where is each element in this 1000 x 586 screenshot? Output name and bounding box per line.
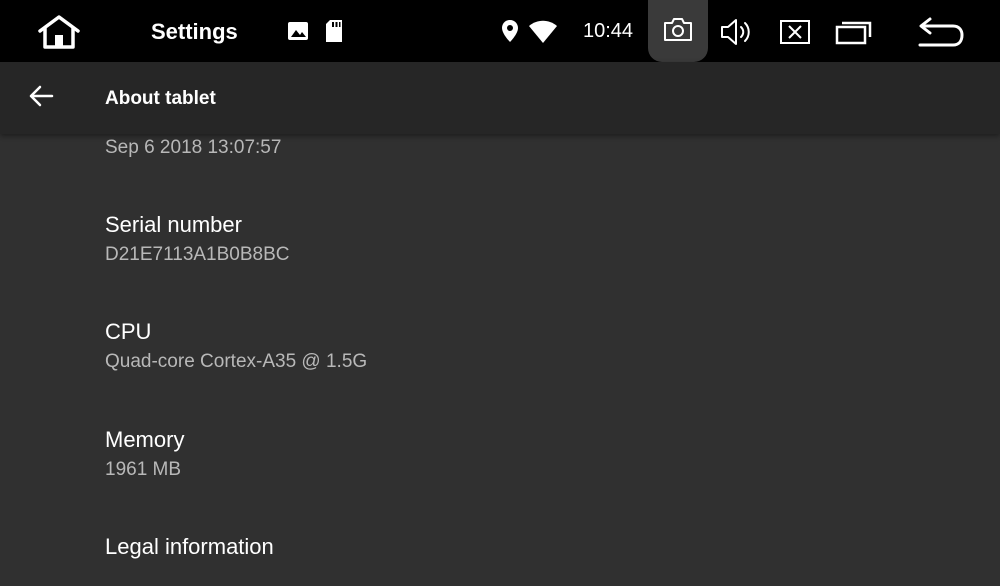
list-item-legal-information[interactable]: Legal information [0, 518, 1000, 586]
action-bar: About tablet [0, 62, 1000, 134]
close-window-icon[interactable] [776, 16, 814, 48]
list-item-summary: Sep 6 2018 13:07:57 [105, 137, 282, 158]
list-item-summary: Quad-core Cortex-A35 @ 1.5G [105, 351, 368, 372]
list-item-memory[interactable]: Memory 1961 MB [0, 411, 1000, 511]
list-item-summary: 1961 MB [105, 459, 182, 480]
image-icon [286, 19, 310, 43]
list-item-title: Serial number [105, 212, 242, 237]
wifi-icon [526, 18, 560, 46]
list-item-title: Memory [105, 427, 185, 452]
camera-icon [663, 16, 693, 47]
screenshot-button[interactable] [648, 0, 708, 62]
list-item-title: Legal information [105, 534, 274, 559]
list-item-title: CPU [105, 319, 152, 344]
list-item-cpu[interactable]: CPU Quad-core Cortex-A35 @ 1.5G [0, 303, 1000, 403]
arrow-left-icon [28, 84, 54, 113]
back-icon[interactable] [914, 14, 968, 50]
location-icon [498, 18, 522, 44]
volume-icon[interactable] [716, 14, 756, 50]
list-item-summary: D21E7113A1B0B8BC [105, 244, 290, 265]
home-icon[interactable] [34, 12, 84, 52]
list-item-build-date[interactable]: Sep 6 2018 13:07:57 [0, 134, 1000, 184]
status-app-title: Settings [151, 19, 238, 44]
sd-card-icon [322, 18, 346, 44]
list-item-serial-number[interactable]: Serial number D21E7113A1B0B8BC [0, 196, 1000, 296]
status-bar: Settings 10:44 [0, 0, 1000, 62]
recent-apps-icon[interactable] [832, 16, 876, 48]
settings-list[interactable]: Sep 6 2018 13:07:57 Serial number D21E71… [0, 134, 1000, 586]
navigate-up-button[interactable] [24, 82, 58, 114]
page-title: About tablet [105, 88, 216, 109]
clock: 10:44 [583, 20, 634, 42]
